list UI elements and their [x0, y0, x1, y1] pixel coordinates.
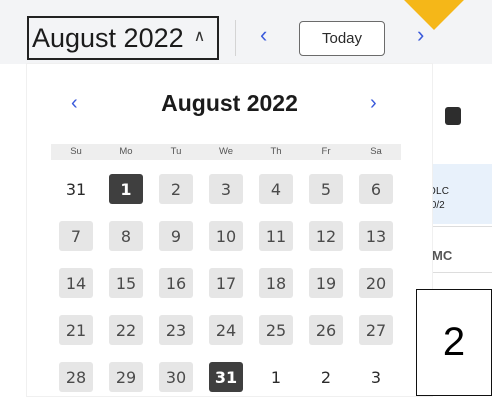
day-number: 7	[59, 221, 93, 251]
day-number: 3	[370, 367, 382, 387]
day-grid: 31 1 2 3 4 5 6 7 8 9 10 11 12 13 14 15 16 17 18 19 20 21 22 23 2…	[51, 174, 401, 409]
day-cell[interactable]: 2	[151, 174, 201, 221]
weekday-header: Su Mo Tu We Th Fr Sa	[51, 144, 401, 160]
chevron-left-icon[interactable]: ‹	[260, 22, 267, 48]
divider	[426, 226, 492, 227]
day-number: 28	[59, 362, 93, 392]
day-number: 27	[359, 315, 393, 345]
divider	[426, 272, 492, 273]
day-cell[interactable]: 4	[251, 174, 301, 221]
day-number: 2	[159, 174, 193, 204]
day-number: 24	[209, 315, 243, 345]
day-number: 10	[209, 221, 243, 251]
day-cell[interactable]: 30	[151, 362, 201, 409]
day-number: 21	[59, 315, 93, 345]
day-number: 19	[309, 268, 343, 298]
toolbar-divider	[235, 20, 236, 56]
day-cell[interactable]: 6	[351, 174, 401, 221]
datepicker-dropdown: ‹ August 2022 › Su Mo Tu We Th Fr Sa 31 1…	[27, 64, 432, 396]
day-number: 13	[359, 221, 393, 251]
month-picker-button[interactable]: August 2022 ∧	[27, 16, 219, 60]
weekday-label: Tu	[170, 146, 182, 157]
day-number: 29	[109, 362, 143, 392]
day-cell[interactable]: 20	[351, 268, 401, 315]
background-text: MC	[432, 248, 453, 263]
day-cell[interactable]: 21	[51, 315, 101, 362]
day-number: 5	[309, 174, 343, 204]
day-number: 9	[159, 221, 193, 251]
weekday-label: Mo	[119, 146, 133, 157]
day-cell[interactable]: 1	[251, 362, 301, 409]
chevron-up-icon: ∧	[193, 28, 206, 45]
day-cell[interactable]: 29	[101, 362, 151, 409]
day-number: 16	[159, 268, 193, 298]
today-button[interactable]: Today	[299, 21, 385, 56]
day-number: 31	[209, 362, 243, 392]
day-cell[interactable]: 18	[251, 268, 301, 315]
checkbox-icon[interactable]	[445, 107, 461, 125]
day-number: 2	[320, 367, 332, 387]
day-cell[interactable]: 23	[151, 315, 201, 362]
day-cell[interactable]: 3	[201, 174, 251, 221]
day-number: 18	[259, 268, 293, 298]
annotation-number-box: 2	[416, 289, 492, 396]
day-cell[interactable]: 17	[201, 268, 251, 315]
day-cell[interactable]: 11	[251, 221, 301, 268]
day-number: 1	[270, 367, 282, 387]
weekday-label: Th	[270, 146, 282, 157]
day-number: 1	[109, 174, 143, 204]
day-cell[interactable]: 19	[301, 268, 351, 315]
day-cell[interactable]: 27	[351, 315, 401, 362]
day-cell[interactable]: 7	[51, 221, 101, 268]
day-cell[interactable]: 26	[301, 315, 351, 362]
day-cell[interactable]: 25	[251, 315, 301, 362]
weekday-label: Fr	[321, 146, 331, 157]
day-number: 23	[159, 315, 193, 345]
weekday-label: Sa	[370, 146, 382, 157]
day-number: 4	[259, 174, 293, 204]
day-number: 6	[359, 174, 393, 204]
chevron-right-icon[interactable]: ›	[417, 22, 424, 48]
day-number: 31	[65, 179, 87, 199]
day-number: 17	[209, 268, 243, 298]
next-month-icon[interactable]: ›	[370, 92, 377, 115]
weekday-label: We	[218, 146, 234, 157]
day-cell-selected[interactable]: 1	[101, 174, 151, 221]
day-cell[interactable]: 5	[301, 174, 351, 221]
day-cell[interactable]: 10	[201, 221, 251, 268]
month-picker-label: August 2022	[32, 22, 184, 53]
day-number: 12	[309, 221, 343, 251]
day-number: 22	[109, 315, 143, 345]
day-cell[interactable]: 24	[201, 315, 251, 362]
day-cell[interactable]: 8	[101, 221, 151, 268]
day-cell[interactable]: 14	[51, 268, 101, 315]
day-cell[interactable]: 2	[301, 362, 351, 409]
day-cell-selected[interactable]: 31	[201, 362, 251, 409]
day-number: 8	[109, 221, 143, 251]
day-cell[interactable]: 13	[351, 221, 401, 268]
day-number: 14	[59, 268, 93, 298]
day-number: 11	[259, 221, 293, 251]
day-number: 30	[159, 362, 193, 392]
day-cell[interactable]: 16	[151, 268, 201, 315]
day-cell[interactable]: 31	[51, 174, 101, 221]
day-number: 26	[309, 315, 343, 345]
day-cell[interactable]: 22	[101, 315, 151, 362]
day-cell[interactable]: 15	[101, 268, 151, 315]
day-number: 20	[359, 268, 393, 298]
day-number: 3	[209, 174, 243, 204]
day-number: 15	[109, 268, 143, 298]
day-cell[interactable]: 28	[51, 362, 101, 409]
weekday-label: Su	[70, 146, 82, 157]
day-cell[interactable]: 9	[151, 221, 201, 268]
day-cell[interactable]: 3	[351, 362, 401, 409]
day-cell[interactable]: 12	[301, 221, 351, 268]
day-number: 25	[259, 315, 293, 345]
